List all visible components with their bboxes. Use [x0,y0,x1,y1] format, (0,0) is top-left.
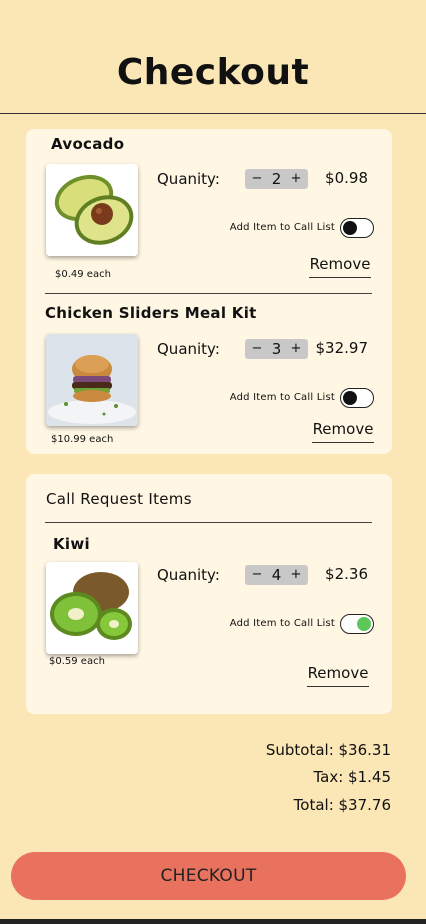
decrement-button[interactable]: − [251,339,263,359]
quantity-label: Quanity: [157,170,220,188]
decrement-button[interactable]: − [251,565,263,585]
title-divider [0,113,426,114]
unit-price: $10.99 each [51,434,114,445]
call-requests-card: Call Request Items Kiwi $0.59 each Quani… [26,474,392,714]
line-total: $32.97 [315,339,369,357]
remove-button[interactable]: Remove [307,664,369,687]
kiwi-image [46,562,138,654]
quantity-value: 3 [271,340,282,358]
cart-card: Avocado $0.49 each Quanity: − 2 + $0.98 … [26,129,392,454]
unit-price: $0.49 each [55,269,111,280]
quantity-label: Quanity: [157,340,220,358]
remove-button[interactable]: Remove [309,255,371,278]
increment-button[interactable]: + [290,169,302,189]
toggle-knob [343,390,357,405]
chicken-slider-image [46,334,138,426]
quantity-stepper[interactable]: − 3 + [245,339,308,359]
quantity-stepper[interactable]: − 4 + [245,565,308,585]
increment-button[interactable]: + [290,339,302,359]
call-list-label: Add Item to Call List [229,392,335,403]
total: Total: $37.76 [293,796,391,814]
section-title: Call Request Items [46,490,192,508]
bottom-edge [0,919,426,924]
quantity-label: Quanity: [157,566,220,584]
item-name: Avocado [51,135,125,153]
item-name: Kiwi [53,535,90,553]
unit-price: $0.59 each [49,656,105,667]
quantity-value: 2 [271,170,282,188]
increment-button[interactable]: + [290,565,302,585]
avocado-image [46,164,138,256]
section-divider [45,522,372,523]
decrement-button[interactable]: − [251,169,263,189]
tax: Tax: $1.45 [313,768,391,786]
line-total: $2.36 [325,565,368,583]
quantity-stepper[interactable]: − 2 + [245,169,308,189]
item-divider [45,293,372,294]
checkout-button[interactable]: CHECKOUT [11,852,406,900]
call-list-label: Add Item to Call List [229,222,335,233]
page-title: Checkout [116,52,310,93]
call-list-toggle[interactable] [340,218,374,238]
call-list-label: Add Item to Call List [229,618,335,629]
toggle-knob [357,616,371,631]
subtotal: Subtotal: $36.31 [265,741,391,759]
call-list-toggle[interactable] [340,388,374,408]
quantity-value: 4 [271,566,282,584]
toggle-knob [343,220,357,235]
remove-button[interactable]: Remove [312,420,374,443]
line-total: $0.98 [325,169,368,187]
call-list-toggle[interactable] [340,614,374,634]
item-name: Chicken Sliders Meal Kit [45,304,257,322]
